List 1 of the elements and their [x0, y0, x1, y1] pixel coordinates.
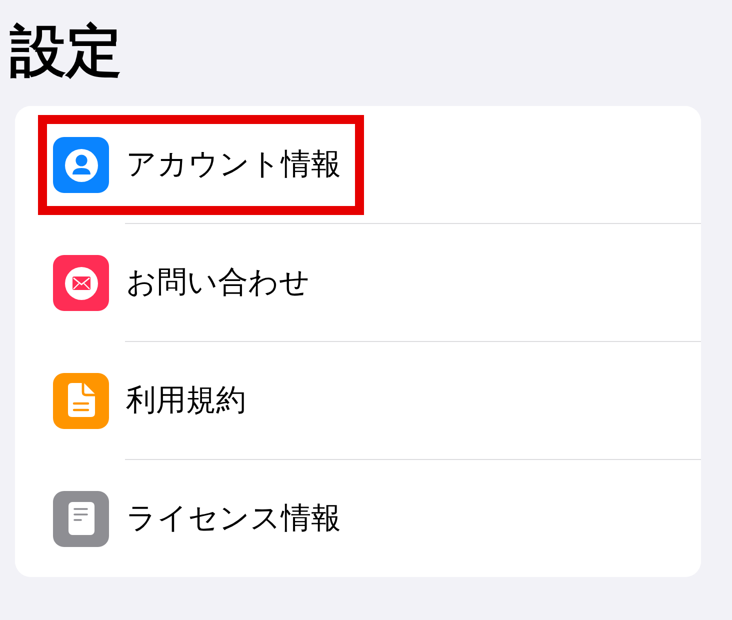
page-title: 設定 — [10, 18, 122, 86]
